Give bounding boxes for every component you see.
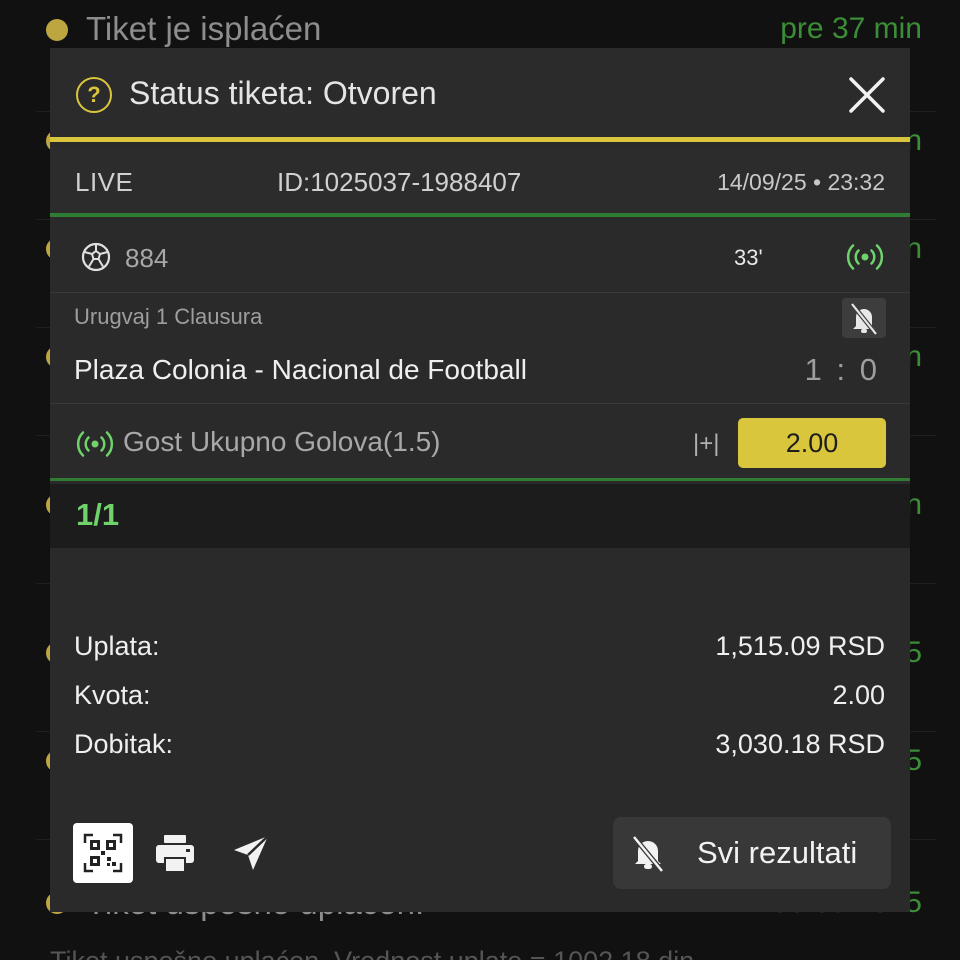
bell-off-icon xyxy=(850,302,878,336)
qr-code-button[interactable] xyxy=(73,823,133,883)
ticket-type: LIVE xyxy=(75,167,134,197)
qr-code-icon xyxy=(83,833,123,873)
question-circle-icon[interactable]: ? xyxy=(76,77,112,113)
bet-count-bar: 1/1 xyxy=(50,484,910,548)
bet-odds: 2.00 xyxy=(738,418,886,468)
list-item-subtitle: Tiket uspešno uplaćen. Vrednost uplate =… xyxy=(50,946,694,960)
stake-value: 1,515.09 RSD xyxy=(715,631,885,661)
close-icon[interactable] xyxy=(848,76,886,114)
list-item-time: pre 37 min xyxy=(780,12,922,45)
win-label: Dobitak: xyxy=(74,729,174,759)
win-value: 3,030.18 RSD xyxy=(715,729,885,759)
match-header: 884 33' xyxy=(50,221,910,293)
status-dot xyxy=(46,19,68,41)
match-score: 1 : 0 xyxy=(804,352,880,387)
bet-count: 1/1 xyxy=(76,497,120,532)
live-broadcast-icon xyxy=(846,244,884,270)
bet-row: Gost Ukupno Golova(1.5) |+| 2.00 xyxy=(50,403,910,481)
match-teams: Plaza Colonia - Nacional de Football xyxy=(74,354,527,385)
modal-title: Status tiketa: Otvoren xyxy=(129,75,437,111)
all-results-label: Svi rezultati xyxy=(697,835,858,870)
send-icon[interactable] xyxy=(230,832,272,874)
live-broadcast-icon xyxy=(76,431,114,457)
all-results-button[interactable]: Svi rezultati xyxy=(613,817,891,889)
match-minute: 33' xyxy=(734,245,763,270)
league-name: Urugvaj 1 Clausura xyxy=(74,304,263,329)
print-icon[interactable] xyxy=(154,833,196,873)
list-item-title: Tiket je isplaćen xyxy=(86,10,322,47)
stake-label: Uplata: xyxy=(74,631,160,661)
odds-label: Kvota: xyxy=(74,680,151,710)
ticket-date: 14/09/25 • 23:32 xyxy=(717,169,885,195)
bet-market-label: Gost Ukupno Golova(1.5) xyxy=(123,426,441,457)
bell-off-icon xyxy=(632,835,664,873)
match-code: 884 xyxy=(125,243,169,273)
bet-modifier: |+| xyxy=(693,430,720,457)
soccer-ball-icon xyxy=(81,242,111,272)
ticket-status-modal: ? Status tiketa: Otvoren LIVE ID:1025037… xyxy=(50,48,910,912)
mute-notifications-button[interactable] xyxy=(842,298,886,338)
odds-value: 2.00 xyxy=(832,680,885,710)
modal-header: ? Status tiketa: Otvoren xyxy=(50,48,910,142)
ticket-info-bar: LIVE ID:1025037-1988407 14/09/25 • 23:32 xyxy=(50,147,910,217)
ticket-id: ID:1025037-1988407 xyxy=(277,167,522,197)
